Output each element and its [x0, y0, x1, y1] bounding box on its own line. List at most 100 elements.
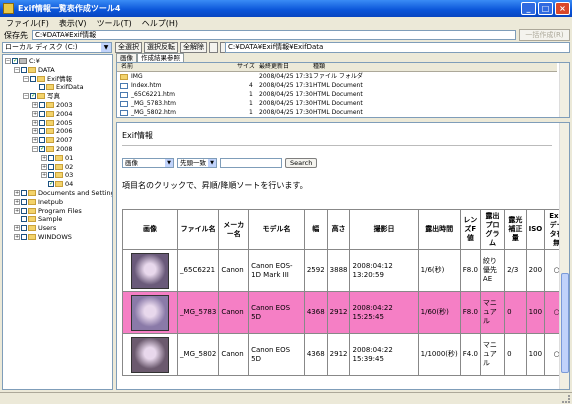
drive-select[interactable]: ローカル ディスク (C:) ▼ — [2, 42, 112, 53]
column-header[interactable]: レンズF値 — [459, 209, 481, 250]
tree-checkbox[interactable] — [39, 102, 45, 108]
menu-view[interactable]: 表示(V) — [59, 18, 87, 29]
preview-scrollbar[interactable] — [559, 123, 569, 389]
tree-checkbox[interactable] — [48, 172, 54, 179]
tree-item[interactable]: + Program Files — [14, 207, 82, 215]
column-header[interactable]: モデル名 — [248, 209, 305, 250]
tree-checkbox[interactable]: ✓ — [48, 181, 54, 188]
file-list-row[interactable]: _65C6221.htm 1 2008/04/25 17:30 HTML Docume… — [117, 91, 557, 99]
column-header[interactable]: メーカー名 — [218, 209, 250, 250]
tree-item[interactable]: ✓ 04 — [41, 180, 73, 188]
tree-item[interactable]: − DATA — [14, 66, 55, 74]
batch-create-button[interactable]: 一括作成(R) — [519, 29, 570, 41]
invert-selection-button[interactable]: 選択反転 — [144, 42, 178, 53]
tree-checkbox[interactable] — [48, 163, 54, 170]
tree-checkbox[interactable]: ✓ — [12, 58, 18, 64]
list-view-icon[interactable] — [209, 42, 218, 53]
tree-item[interactable]: − ✓ 写真 — [23, 92, 60, 100]
chevron-down-icon[interactable]: ▼ — [165, 159, 173, 167]
expand-icon[interactable]: + — [32, 128, 38, 135]
tree-item[interactable]: − ✓ 2008 — [32, 145, 73, 153]
expand-icon[interactable]: + — [14, 207, 20, 214]
column-header[interactable]: ファイル名 — [177, 209, 220, 250]
tree-checkbox[interactable] — [30, 75, 36, 82]
tree-checkbox[interactable]: ✓ — [39, 146, 45, 152]
expand-icon[interactable]: + — [14, 225, 20, 232]
tree-checkbox[interactable] — [21, 225, 27, 232]
tree-item[interactable]: +2003 — [32, 101, 73, 109]
column-header[interactable]: 撮影日 — [349, 209, 419, 250]
photo-thumbnail[interactable] — [131, 336, 170, 373]
expand-icon[interactable]: + — [14, 198, 20, 205]
resize-grip[interactable] — [562, 395, 570, 403]
column-date[interactable]: 最終更新日 — [259, 63, 289, 71]
table-row[interactable]: _65C6221 Canon Canon EOS-1D Mark III 2592 38… — [121, 249, 569, 292]
tree-item[interactable]: − Exif情報 — [23, 75, 72, 83]
select-all-button[interactable]: 全選択 — [115, 42, 142, 53]
file-list-row[interactable]: IMG 2008/04/25 17:31 ファイル フォルダ — [117, 73, 557, 81]
save-path-input[interactable]: C:¥DATA¥Exif情報 — [32, 30, 516, 40]
deselect-all-button[interactable]: 全解除 — [180, 42, 207, 53]
file-list-scrollbar[interactable] — [559, 63, 569, 117]
collapse-icon[interactable]: − — [23, 75, 29, 82]
tree-item[interactable]: − ✓ C:¥ — [5, 57, 40, 65]
minimize-button[interactable]: _ — [521, 2, 536, 15]
tree-item[interactable]: + Inetpub — [14, 198, 63, 206]
tree-checkbox[interactable] — [21, 190, 27, 196]
scroll-thumb[interactable] — [561, 273, 569, 373]
photo-thumbnail[interactable] — [131, 294, 170, 331]
field-select[interactable]: 画像 ▼ — [122, 158, 174, 168]
search-input[interactable] — [220, 158, 282, 168]
tree-checkbox[interactable] — [39, 110, 45, 117]
expand-icon[interactable]: + — [32, 102, 38, 108]
collapse-icon[interactable]: − — [14, 66, 20, 73]
maximize-button[interactable]: □ — [538, 2, 553, 15]
column-size[interactable]: サイズ — [237, 63, 255, 71]
column-header[interactable]: 高さ — [326, 209, 351, 250]
tree-checkbox[interactable] — [39, 128, 45, 135]
tree-item[interactable]: +02 — [41, 163, 73, 171]
collapse-icon[interactable]: − — [23, 93, 29, 100]
collapse-icon[interactable]: − — [32, 146, 38, 152]
expand-icon[interactable]: + — [41, 172, 47, 179]
collapse-icon[interactable]: − — [5, 58, 11, 64]
search-button[interactable]: Search — [285, 158, 318, 168]
column-header[interactable]: ISO — [525, 209, 546, 250]
expand-icon[interactable]: + — [14, 234, 20, 240]
file-list-row[interactable]: _MG_5783.htm 1 2008/04/25 17:30 HTML Docume… — [117, 100, 557, 108]
tree-checkbox[interactable] — [39, 84, 45, 91]
file-list-row[interactable]: _MG_5802.htm 1 2008/04/25 17:30 HTML Docume… — [117, 109, 557, 117]
expand-icon[interactable]: + — [32, 119, 38, 126]
tree-checkbox[interactable] — [21, 207, 27, 214]
tree-item[interactable]: + WINDOWS — [14, 233, 72, 241]
expand-icon[interactable]: + — [41, 154, 47, 161]
table-row[interactable]: _MG_5802 Canon Canon EOS 5D 4368 2912 2008:04… — [121, 333, 569, 376]
tree-item[interactable]: +03 — [41, 171, 73, 179]
tree-item[interactable]: ExifData — [32, 83, 84, 91]
menu-tools[interactable]: ツール(T) — [97, 18, 132, 29]
close-button[interactable]: × — [555, 2, 570, 15]
menu-help[interactable]: ヘルプ(H) — [142, 18, 178, 29]
column-header[interactable]: 幅 — [303, 209, 328, 250]
chevron-down-icon[interactable]: ▼ — [101, 43, 111, 52]
file-list-row[interactable]: Index.htm 4 2008/04/25 17:31 HTML Document — [117, 82, 557, 90]
tree-checkbox[interactable] — [39, 119, 45, 126]
menu-file[interactable]: ファイル(F) — [6, 18, 49, 29]
tree-checkbox[interactable] — [21, 66, 27, 73]
column-name[interactable]: 名前 — [121, 63, 133, 71]
tab-image[interactable]: 画像 — [116, 53, 137, 62]
chevron-down-icon[interactable]: ▼ — [208, 159, 216, 167]
tree-checkbox[interactable] — [21, 198, 27, 205]
tree-item[interactable]: +2004 — [32, 110, 73, 118]
tree-item[interactable]: +01 — [41, 154, 73, 162]
tab-result[interactable]: 作成結果参照 — [137, 53, 184, 62]
tree-item[interactable]: +2005 — [32, 119, 73, 127]
tree-item[interactable]: + Documents and Settings — [14, 189, 112, 197]
folder-tree[interactable]: − ✓ C:¥ − DATA − Exif情報 ExifData − ✓ 写真 +2003 +2004 +… — [2, 54, 113, 390]
expand-icon[interactable]: + — [32, 110, 38, 117]
table-row[interactable]: _MG_5783 Canon Canon EOS 5D 4368 2912 2008:04… — [121, 291, 569, 334]
tree-item[interactable]: + Users — [14, 224, 56, 232]
tree-checkbox[interactable] — [21, 234, 27, 240]
column-header[interactable]: 露出プログラム — [479, 209, 506, 250]
tree-checkbox[interactable] — [21, 216, 27, 223]
